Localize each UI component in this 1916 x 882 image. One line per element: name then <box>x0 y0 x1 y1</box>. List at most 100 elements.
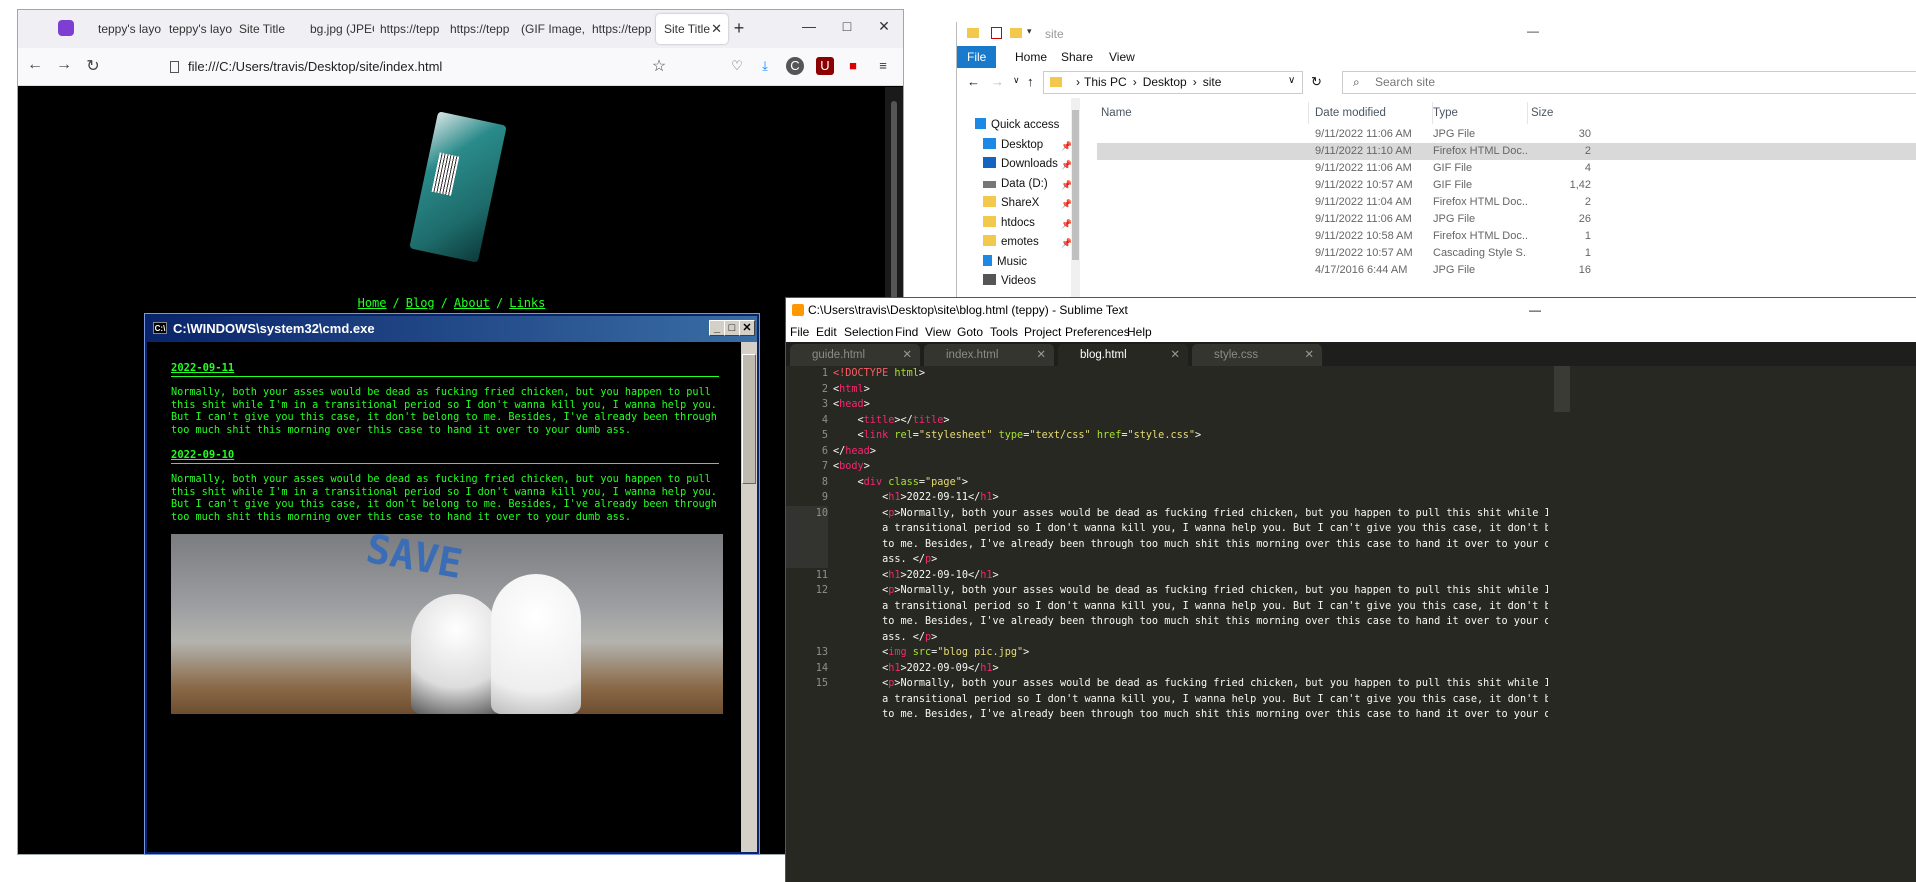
recent-dropdown-icon[interactable]: ∨ <box>1013 75 1020 86</box>
active-browser-tab[interactable]: Site Title ✕ <box>656 14 728 44</box>
menu-icon[interactable]: ≡ <box>874 57 892 75</box>
nav-link-home[interactable]: Home <box>358 296 387 310</box>
column-size[interactable]: Size <box>1531 102 1591 124</box>
column-name[interactable]: Name <box>1101 102 1309 124</box>
ribbon-tab-share[interactable]: Share <box>1051 46 1103 68</box>
back-icon[interactable]: ← <box>24 56 46 74</box>
close-tab-icon[interactable]: ✕ <box>1304 344 1314 366</box>
close-tab-icon[interactable]: ✕ <box>1170 344 1180 366</box>
minimap[interactable] <box>1554 366 1570 412</box>
minimize-button[interactable]: — <box>794 18 824 34</box>
nav-videos[interactable]: Videos <box>983 272 1036 290</box>
ribbon-tab-view[interactable]: View <box>1099 46 1145 68</box>
nav-emotes[interactable]: emotes <box>983 233 1039 251</box>
up-icon[interactable]: ↑ <box>1027 74 1034 89</box>
nav-desktop[interactable]: Desktop <box>983 136 1043 154</box>
bookmark-star-icon[interactable]: ☆ <box>648 56 670 76</box>
column-type[interactable]: Type <box>1433 102 1528 124</box>
downloads-icon[interactable]: ⤓ <box>756 57 774 75</box>
tab-style-css[interactable]: style.css ✕ <box>1192 344 1322 366</box>
file-row[interactable]: image.jpg9/11/2022 11:06 AMJPG File26 <box>1097 211 1916 228</box>
close-tab-icon[interactable]: ✕ <box>1036 344 1046 366</box>
code-editor[interactable]: <!DOCTYPE html> <html> <head> <title></t… <box>833 366 1548 882</box>
file-row[interactable]: bg.jpg9/11/2022 11:06 AMJPG File30 <box>1097 126 1916 143</box>
forward-icon[interactable]: → <box>991 74 1004 89</box>
nav-link-about[interactable]: About <box>454 296 490 310</box>
browser-tab[interactable]: (GIF Image, <box>513 14 585 44</box>
extension-c-icon[interactable]: C <box>786 57 804 75</box>
close-tab-icon[interactable]: ✕ <box>711 14 722 44</box>
close-window-button[interactable]: ✕ <box>869 18 899 35</box>
file-row[interactable]: gif.gif9/11/2022 11:06 AMGIF File4 <box>1097 160 1916 177</box>
menu-file[interactable]: File <box>790 322 809 342</box>
maximize-button[interactable]: □ <box>832 18 862 34</box>
properties-icon[interactable] <box>991 27 1002 39</box>
breadcrumb-site[interactable]: site <box>1203 75 1222 89</box>
nav-music[interactable]: Music <box>983 253 1027 271</box>
scrollbar-thumb[interactable] <box>1072 110 1079 260</box>
menu-view[interactable]: View <box>925 322 951 342</box>
new-folder-icon[interactable] <box>1010 28 1022 38</box>
menu-find[interactable]: Find <box>895 322 918 342</box>
pocket-icon[interactable]: ♡ <box>728 57 746 75</box>
cmd-titlebar[interactable]: C:\ C:\WINDOWS\system32\cmd.exe _ □ ✕ <box>147 316 757 342</box>
nav-data-drive[interactable]: Data (D:) <box>983 175 1048 193</box>
breadcrumb-this-pc[interactable]: This PC <box>1084 75 1127 89</box>
menu-selection[interactable]: Selection <box>844 322 893 342</box>
cmd-scrollbar[interactable] <box>741 342 757 852</box>
nav-downloads[interactable]: Downloads <box>983 155 1058 173</box>
ublock-icon[interactable]: U <box>816 57 834 75</box>
quick-access-dropdown-icon[interactable]: ▾ <box>1027 26 1032 37</box>
menu-project[interactable]: Project <box>1024 322 1061 342</box>
menu-help[interactable]: Help <box>1127 322 1152 342</box>
nav-link-blog[interactable]: Blog <box>406 296 435 310</box>
refresh-icon[interactable]: ↻ <box>1311 74 1322 90</box>
menu-edit[interactable]: Edit <box>816 322 837 342</box>
nav-quick-access[interactable]: Quick access <box>975 116 1059 134</box>
nav-sharex[interactable]: ShareX <box>983 194 1039 212</box>
ribbon-tab-home[interactable]: Home <box>1005 46 1057 68</box>
browser-tab[interactable]: https://tepp <box>372 14 444 44</box>
menu-goto[interactable]: Goto <box>957 322 983 342</box>
nav-htdocs[interactable]: htdocs <box>983 214 1035 232</box>
minimize-button[interactable]: — <box>1529 298 1541 322</box>
reload-icon[interactable]: ↻ <box>82 56 104 76</box>
file-row[interactable]: header.gif9/11/2022 10:57 AMGIF File1,42 <box>1097 177 1916 194</box>
new-tab-button[interactable]: + <box>728 18 750 39</box>
menu-preferences[interactable]: Preferences <box>1065 322 1130 342</box>
sublime-titlebar[interactable]: C:\Users\travis\Desktop\site\blog.html (… <box>786 298 1916 322</box>
file-row[interactable]: blog.html9/11/2022 11:10 AMFirefox HTML … <box>1097 143 1916 160</box>
nav-link-links[interactable]: Links <box>509 296 545 310</box>
file-row[interactable]: blog pic.jpg4/17/2016 6:44 AMJPG File16 <box>1097 262 1916 279</box>
tab-guide-html[interactable]: guide.html ✕ <box>790 344 920 366</box>
url-bar[interactable]: file:///C:/Users/travis/Desktop/site/ind… <box>168 53 708 81</box>
search-input[interactable]: ⌕ Search site <box>1342 71 1916 94</box>
browser-tab[interactable]: https://tepp <box>442 14 514 44</box>
address-path[interactable]: › This PC › Desktop › site <box>1043 71 1303 94</box>
firefox-view-icon[interactable] <box>58 20 74 36</box>
close-window-button[interactable]: ✕ <box>739 320 755 336</box>
maximize-button[interactable]: □ <box>724 320 740 336</box>
browser-tab[interactable]: bg.jpg (JPEG <box>302 14 374 44</box>
menu-tools[interactable]: Tools <box>990 322 1018 342</box>
minimize-button[interactable]: _ <box>709 320 725 336</box>
file-row[interactable]: style.css9/11/2022 10:57 AMCascading Sty… <box>1097 245 1916 262</box>
file-row[interactable]: index.html9/11/2022 10:58 AMFirefox HTML… <box>1097 228 1916 245</box>
scrollbar-thumb[interactable] <box>891 101 897 311</box>
back-icon[interactable]: ← <box>967 74 980 89</box>
tab-blog-html[interactable]: blog.html ✕ <box>1058 344 1188 366</box>
browser-tab[interactable]: https://tepp <box>584 14 656 44</box>
lock-extension-icon[interactable]: ■ <box>844 57 862 75</box>
nav-scrollbar[interactable] <box>1071 98 1080 298</box>
minimize-button[interactable]: — <box>1527 24 1539 38</box>
browser-tab[interactable]: teppy's layo <box>90 14 162 44</box>
breadcrumb-desktop[interactable]: Desktop <box>1143 75 1187 89</box>
ribbon-tab-file[interactable]: File <box>957 46 997 68</box>
close-tab-icon[interactable]: ✕ <box>902 344 912 366</box>
column-date-modified[interactable]: Date modified <box>1315 102 1433 124</box>
chevron-down-icon[interactable]: ∨ <box>1288 75 1295 86</box>
browser-tab[interactable]: Site Title <box>231 14 303 44</box>
file-row[interactable]: home.html9/11/2022 11:04 AMFirefox HTML … <box>1097 194 1916 211</box>
browser-tab[interactable]: teppy's layo <box>161 14 233 44</box>
tab-index-html[interactable]: index.html ✕ <box>924 344 1054 366</box>
